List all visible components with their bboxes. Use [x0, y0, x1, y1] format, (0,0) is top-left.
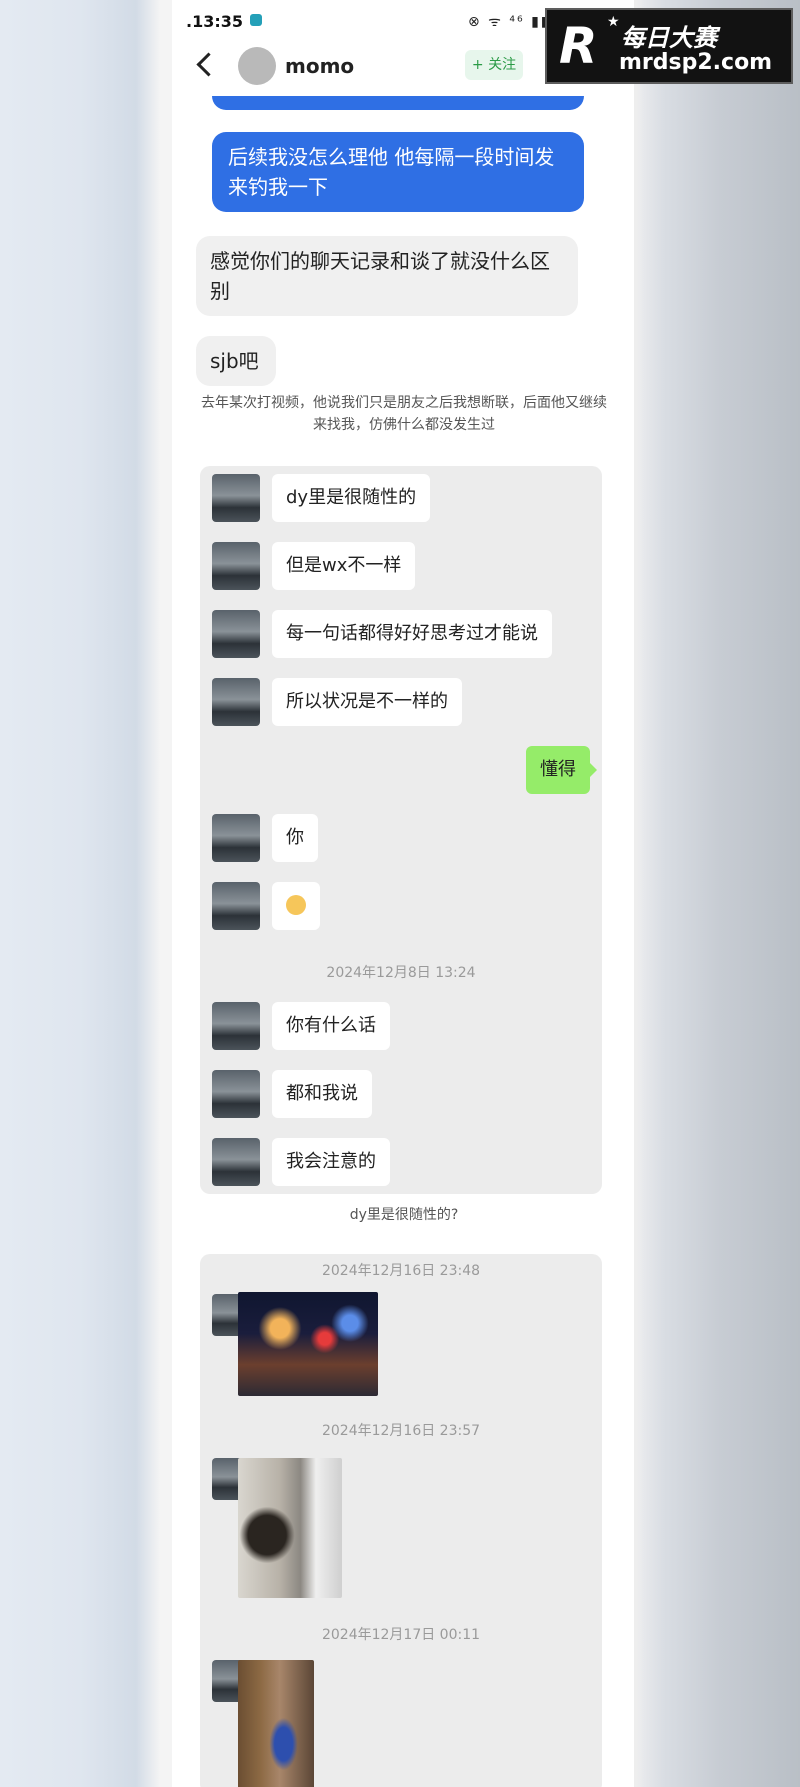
chat-bubble: 都和我说 [272, 1070, 372, 1118]
image-caption: 去年某次打视频，他说我们只是朋友之后我想断联，后面他又继续来找我，仿佛什么都没发… [201, 395, 607, 433]
image-caption: dy里是很随性的? [349, 1207, 459, 1223]
emoji-bubble [272, 882, 320, 930]
contact-name: momo [285, 54, 355, 78]
chat-bubble: 我会注意的 [272, 1138, 390, 1186]
avatar[interactable] [238, 47, 276, 85]
watermark: R ★ 每日大赛 mrdsp2.com [545, 8, 793, 84]
chat-bubble: 所以状况是不一样的 [272, 678, 462, 726]
phone-screen: .13:35 ⊗ ᯤ ⁴⁶ ▮▮ ▭ momo + 关注 ··· 后续我没怎么理… [172, 0, 634, 1787]
chat-timestamp: 2024年12月17日 00:11 [321, 1627, 481, 1643]
avatar [212, 474, 260, 522]
embedded-chat-screenshot: dy里是很随性的 但是wx不一样 每一句话都得好好思考过才能说 所以状况是不一样… [200, 466, 602, 1194]
received-message: sjb吧 [196, 336, 276, 386]
chat-bubble: 你有什么话 [272, 1002, 390, 1050]
back-arrow-icon[interactable] [196, 52, 221, 77]
chat-bubble: 但是wx不一样 [272, 542, 416, 590]
chat-timestamp: 2024年12月8日 13:24 [326, 965, 476, 981]
app-notification-icon [250, 14, 262, 26]
chat-timestamp: 2024年12月16日 23:48 [321, 1263, 481, 1279]
avatar [212, 1070, 260, 1118]
chat-timestamp: 2024年12月16日 23:57 [321, 1423, 481, 1439]
star-icon: ★ [607, 14, 620, 30]
follow-button[interactable]: + 关注 [465, 50, 523, 80]
phone-edge-shadow [634, 0, 644, 1787]
avatar [212, 1138, 260, 1186]
person-photo[interactable] [238, 1660, 314, 1787]
avatar [212, 678, 260, 726]
sent-message: 后续我没怎么理他 他每隔一段时间发来钓我一下 [212, 132, 584, 212]
mirror-selfie-photo[interactable] [238, 1458, 342, 1598]
avatar [212, 610, 260, 658]
avatar [212, 542, 260, 590]
frowning-face-icon [286, 895, 306, 915]
avatar [212, 882, 260, 930]
self-chat-bubble: 懂得 [526, 746, 597, 794]
watermark-title: 每日大赛 [621, 24, 717, 52]
previous-message-bubble [212, 96, 584, 110]
chat-bubble: 你 [272, 814, 318, 862]
chat-bubble: dy里是很随性的 [272, 474, 431, 522]
watermark-domain: mrdsp2.com [619, 50, 773, 75]
avatar [212, 1002, 260, 1050]
night-lantern-photo[interactable] [238, 1292, 378, 1396]
status-time: .13:35 [186, 12, 244, 31]
watermark-logo: R [559, 17, 598, 75]
avatar [212, 814, 260, 862]
received-message: 感觉你们的聊天记录和谈了就没什么区别 [196, 236, 578, 316]
chat-bubble: 每一句话都得好好思考过才能说 [272, 610, 552, 658]
